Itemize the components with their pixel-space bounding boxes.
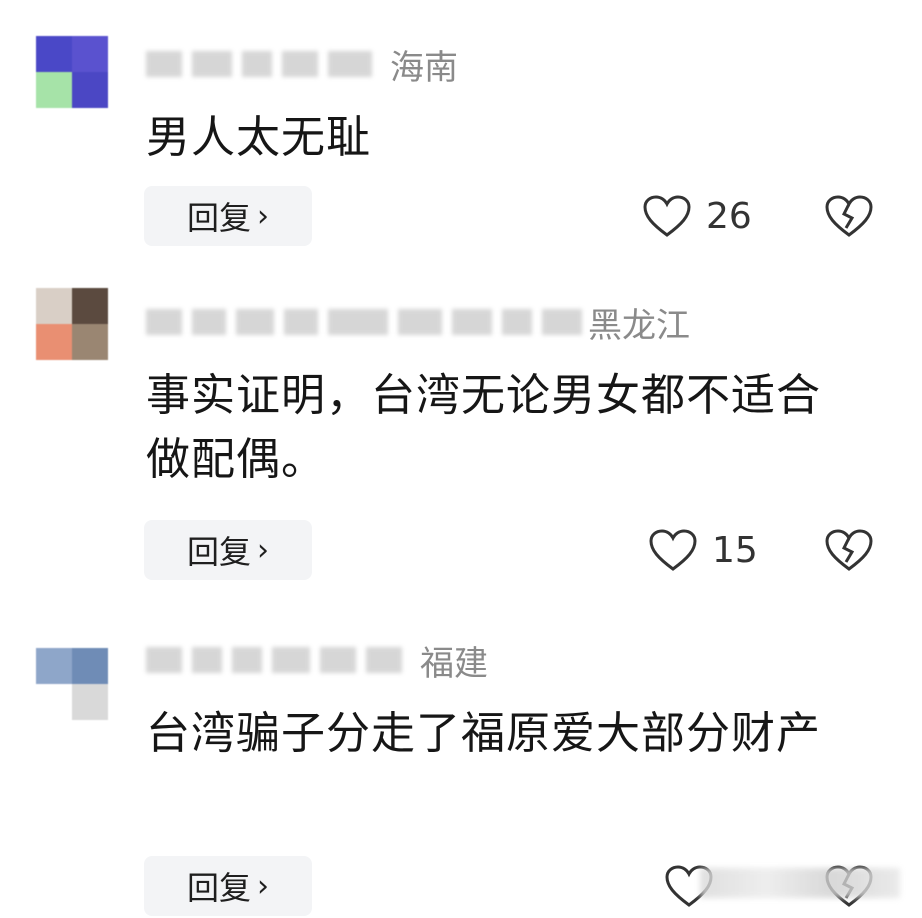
avatar-tile [72, 36, 108, 72]
avatar-tile [36, 684, 72, 720]
chevron-right-icon: › [257, 198, 269, 234]
chevron-right-icon: › [257, 532, 269, 568]
reply-label: 回复 [186, 199, 251, 237]
dislike-button[interactable] [824, 186, 874, 246]
user-row: 海南 [146, 44, 458, 88]
location-label: 海南 [390, 47, 458, 88]
heart-outline-icon [643, 195, 691, 237]
reply-button[interactable]: 回复 › [144, 186, 312, 246]
avatar-tile [72, 684, 108, 720]
heart-outline-icon [649, 529, 697, 571]
reply-button[interactable]: 回复 › [144, 856, 312, 916]
avatar[interactable] [36, 648, 108, 720]
location-label: 黑龙江 [588, 305, 690, 346]
avatar-tile [72, 288, 108, 324]
like-button[interactable]: 26 [642, 186, 752, 246]
blurred-overlay [700, 868, 900, 898]
username-blurred[interactable] [146, 640, 402, 680]
reply-label: 回复 [186, 869, 251, 907]
dislike-button[interactable] [824, 520, 874, 580]
reply-label: 回复 [186, 533, 251, 571]
avatar-tile [72, 72, 108, 108]
comment-text: 男人太无耻 [146, 112, 371, 163]
avatar-tile [36, 324, 72, 360]
username-blurred[interactable] [146, 44, 372, 84]
reply-button[interactable]: 回复 › [144, 520, 312, 580]
username-blurred[interactable] [146, 302, 582, 342]
like-count: 26 [706, 195, 752, 237]
user-row: 福建 [146, 640, 488, 684]
avatar-tile [72, 648, 108, 684]
location-label: 福建 [420, 643, 488, 684]
comment-text: 事实证明，台湾无论男女都不适合做配偶。 [146, 370, 821, 485]
broken-heart-icon [825, 529, 873, 571]
broken-heart-icon [825, 195, 873, 237]
user-row: 黑龙江 [146, 302, 690, 346]
comment-text: 台湾骗子分走了福原爱大部分财产 [146, 708, 821, 759]
avatar[interactable] [36, 288, 108, 360]
like-count: 15 [712, 529, 758, 571]
chevron-right-icon: › [257, 868, 269, 904]
avatar[interactable] [36, 36, 108, 108]
avatar-tile [36, 288, 72, 324]
avatar-tile [36, 36, 72, 72]
avatar-tile [72, 324, 108, 360]
avatar-tile [36, 648, 72, 684]
avatar-tile [36, 72, 72, 108]
like-button[interactable]: 15 [648, 520, 758, 580]
